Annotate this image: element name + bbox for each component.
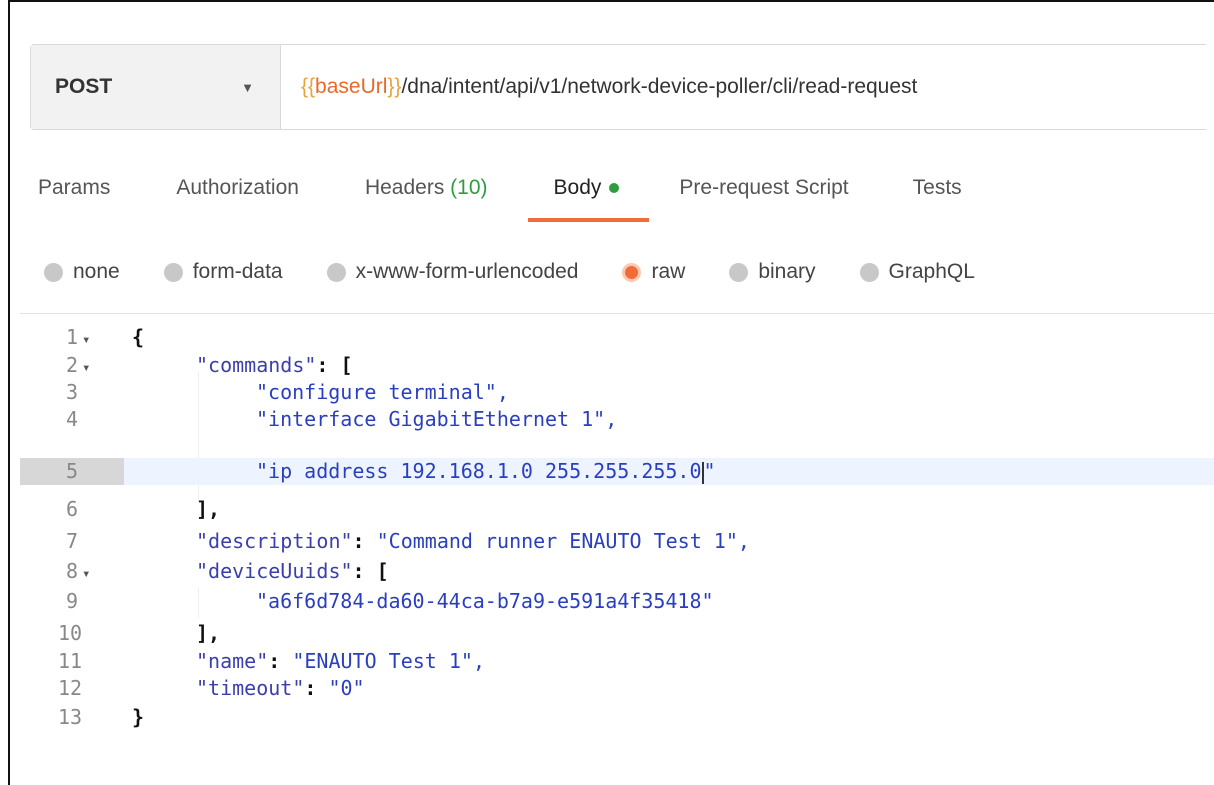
code-line: 12 "timeout": "0"	[20, 675, 1214, 702]
body-type-graphql[interactable]: GraphQL	[859, 260, 975, 284]
fold-arrow-icon: ▾	[82, 360, 91, 376]
url-variable-name: baseUrl	[315, 75, 388, 98]
line-number: 6	[66, 497, 79, 521]
code-line: 9 "a6f6d784-da60-44ca-b7a9-e591a4f35418"	[20, 588, 1214, 615]
code-line: 1 ▾ {	[20, 324, 1214, 351]
code-line: 2 ▾ "commands": [	[20, 352, 1214, 379]
code-line: 6 ],	[20, 496, 1214, 523]
body-type-raw[interactable]: raw	[622, 260, 685, 284]
line-number: 4	[66, 407, 79, 431]
fold-arrow-icon: ▾	[82, 332, 91, 348]
line-number: 1 ▾	[66, 325, 91, 349]
chevron-down-icon: ▼	[241, 79, 254, 95]
headers-count: (10)	[450, 176, 488, 199]
radio-icon	[859, 262, 879, 282]
request-bar: POST ▼ {{baseUrl}}/dna/intent/api/v1/net…	[30, 44, 1206, 130]
url-variable: {{baseUrl}}	[301, 75, 402, 98]
line-number: 5	[20, 458, 124, 485]
tab-params[interactable]: Params	[38, 158, 110, 218]
body-type-none[interactable]: none	[44, 260, 120, 284]
tab-pre-request-script[interactable]: Pre-request Script	[679, 158, 848, 218]
line-number: 2 ▾	[66, 353, 91, 377]
line-number: 8 ▾	[66, 559, 91, 583]
url-path: /dna/intent/api/v1/network-device-poller…	[401, 75, 918, 98]
method-label: POST	[55, 75, 113, 98]
code-line-current: 5 "ip address 192.168.1.0 255.255.255.0 "	[20, 458, 1214, 485]
code-editor[interactable]: 1 ▾ { 2 ▾ "commands": [ 3 "configure termi…	[20, 320, 1214, 780]
radio-icon	[326, 262, 346, 282]
code-line: 8 ▾ "deviceUuids": [	[20, 558, 1214, 585]
line-number: 9	[66, 589, 79, 613]
radio-selected-icon	[622, 262, 642, 282]
tab-tests[interactable]: Tests	[913, 158, 962, 218]
body-type-options: none form-data x-www-form-urlencoded raw…	[44, 250, 1214, 294]
line-number: 10	[58, 621, 83, 645]
radio-icon	[163, 262, 183, 282]
line-number: 11	[58, 649, 83, 673]
method-select[interactable]: POST ▼	[31, 45, 281, 129]
line-number: 7	[66, 529, 79, 553]
body-type-form-data[interactable]: form-data	[163, 260, 283, 284]
line-number: 12	[58, 676, 83, 700]
code-line: 13 }	[20, 704, 1214, 731]
code-line: 4 "interface GigabitEthernet 1",	[20, 406, 1214, 433]
code-line: 3 "configure terminal",	[20, 379, 1214, 406]
tab-authorization[interactable]: Authorization	[176, 158, 299, 218]
body-type-urlencoded[interactable]: x-www-form-urlencoded	[326, 260, 578, 284]
body-type-binary[interactable]: binary	[729, 260, 816, 284]
code-line: 10 ],	[20, 620, 1214, 647]
code-line: 11 "name": "ENAUTO Test 1",	[20, 648, 1214, 675]
tab-body[interactable]: Body	[527, 158, 650, 222]
divider	[20, 313, 1214, 314]
fold-arrow-icon: ▾	[82, 566, 91, 582]
url-input[interactable]: {{baseUrl}}/dna/intent/api/v1/network-de…	[281, 45, 1206, 129]
body-indicator-dot	[609, 183, 620, 194]
line-number: 13	[58, 705, 83, 729]
tab-headers[interactable]: Headers (10)	[365, 158, 488, 218]
radio-icon	[44, 262, 63, 282]
radio-icon	[729, 262, 749, 282]
code-line: 7 "description": "Command runner ENAUTO …	[20, 528, 1214, 555]
line-number: 3	[66, 380, 79, 404]
request-tabs: Params Authorization Headers (10) Body P…	[38, 158, 1208, 226]
